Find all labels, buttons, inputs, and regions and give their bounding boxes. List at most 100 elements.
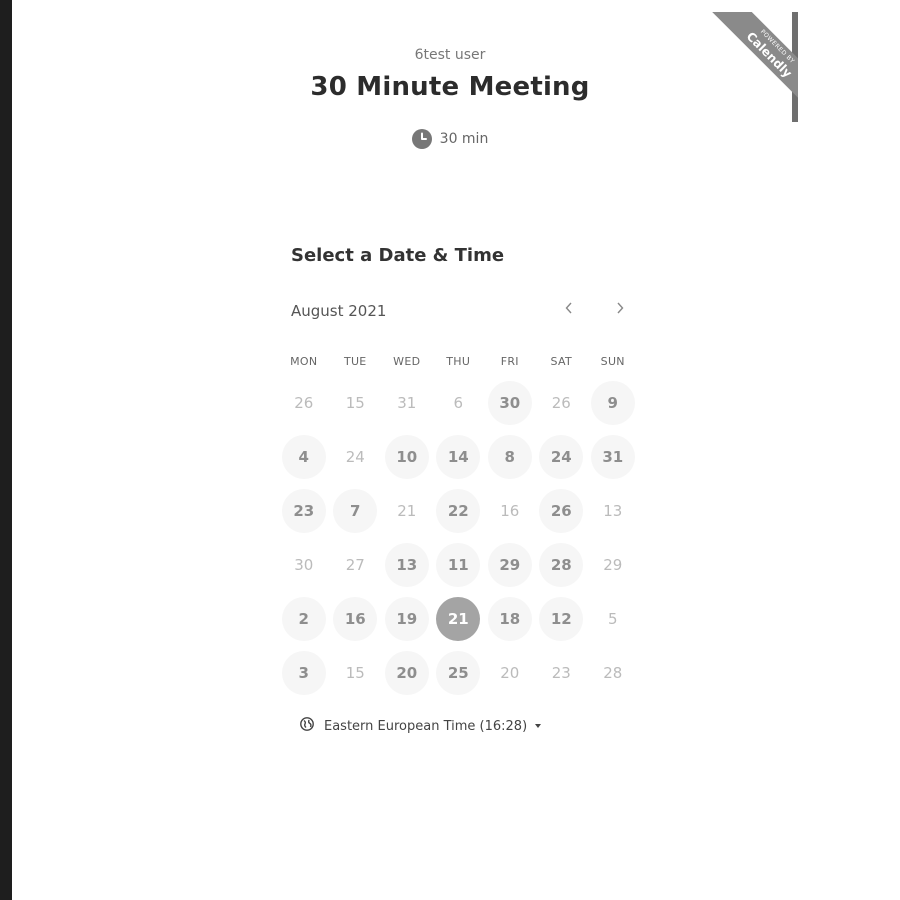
timezone-selector[interactable]: Eastern European Time (16:28) — [300, 717, 542, 735]
calendar-day-available[interactable]: 22 — [436, 489, 481, 533]
weekday-wed: WED — [393, 355, 421, 368]
calendar-day-available[interactable]: 8 — [487, 435, 532, 479]
calendar-cell: 9 — [587, 376, 639, 430]
calendar-cell: 26 — [278, 376, 330, 430]
calendar-day-available[interactable]: 29 — [487, 543, 532, 587]
calendar-cell: 24 — [536, 430, 588, 484]
next-month-button[interactable] — [609, 299, 631, 321]
calendar-day-unavailable: 15 — [345, 664, 365, 682]
calendar-cell: 29 — [587, 538, 639, 592]
calendar-day-available[interactable]: 26 — [539, 489, 584, 533]
calendar-cell: 26 — [536, 484, 588, 538]
calendar-day-available[interactable]: 25 — [436, 651, 481, 695]
calendar-cell: 20 — [381, 646, 433, 700]
calendar-cell: 13 — [381, 538, 433, 592]
calendar-cell: 12 — [536, 592, 588, 646]
calendar-cell: 15 — [330, 376, 382, 430]
calendar-cell: 30 — [484, 376, 536, 430]
calendar-day-unavailable: 5 — [607, 610, 618, 628]
calendar-day-unavailable: 26 — [551, 394, 571, 412]
calendar-day-unavailable: 26 — [294, 394, 314, 412]
calendar-day-selected[interactable]: 21 — [436, 597, 481, 641]
calendar-cell: 23 — [536, 646, 588, 700]
calendar-day-unavailable: 24 — [345, 448, 365, 466]
calendar-cell: 23 — [278, 484, 330, 538]
calendar-day-unavailable: 27 — [345, 556, 365, 574]
calendar-cell: 18 — [484, 592, 536, 646]
calendar-day-unavailable: 20 — [500, 664, 520, 682]
calendar-day-available[interactable]: 2 — [281, 597, 326, 641]
timezone-label: Eastern European Time (16:28) — [324, 718, 528, 734]
calendar-day-unavailable: 6 — [453, 394, 464, 412]
calendar-day-available[interactable]: 23 — [281, 489, 326, 533]
weekday-mon: MON — [290, 355, 318, 368]
event-duration: 30 min — [0, 129, 900, 149]
calendar-cell: 14 — [433, 430, 485, 484]
weekday-fri: FRI — [500, 355, 519, 368]
calendar-cell: 30 — [278, 538, 330, 592]
calendar-day-available[interactable]: 9 — [590, 381, 635, 425]
weekday-thu: THU — [446, 355, 471, 368]
calendar-cell: 2 — [278, 592, 330, 646]
calendar-day-available[interactable]: 20 — [384, 651, 429, 695]
calendar-day-available[interactable]: 30 — [487, 381, 532, 425]
calendar-cell: 28 — [587, 646, 639, 700]
duration-label: 30 min — [439, 131, 489, 147]
calendar-cell: 7 — [330, 484, 382, 538]
calendar-day-unavailable: 13 — [603, 502, 623, 520]
calendar-cell: 27 — [330, 538, 382, 592]
calendar-day-available[interactable]: 10 — [384, 435, 429, 479]
calendar-cell: 4 — [278, 430, 330, 484]
weekday-tue: TUE — [343, 355, 367, 368]
calendar-cell: 28 — [536, 538, 588, 592]
calendar-day-available[interactable]: 31 — [590, 435, 635, 479]
calendar-day-unavailable: 23 — [551, 664, 571, 682]
weekday-sun: SUN — [600, 355, 625, 368]
calendar-day-available[interactable]: 7 — [333, 489, 378, 533]
calendar-day-available[interactable]: 18 — [487, 597, 532, 641]
calendar-day-available[interactable]: 13 — [384, 543, 429, 587]
calendar-cell: 11 — [433, 538, 485, 592]
chevron-left-icon — [564, 299, 574, 320]
calendar-day-available[interactable]: 19 — [384, 597, 429, 641]
calendar-cell: 3 — [278, 646, 330, 700]
calendar-cell: 16 — [484, 484, 536, 538]
weekday-header: MON TUE WED THU FRI SAT SUN — [278, 355, 639, 368]
calendar-day-unavailable: 21 — [397, 502, 417, 520]
calendar-cell: 25 — [433, 646, 485, 700]
calendar-day-available[interactable]: 11 — [436, 543, 481, 587]
calendar-day-available[interactable]: 14 — [436, 435, 481, 479]
calendar-cell: 6 — [433, 376, 485, 430]
section-heading: Select a Date & Time — [291, 245, 505, 266]
calendar-cell: 29 — [484, 538, 536, 592]
caret-down-icon — [535, 724, 542, 728]
globe-icon — [300, 717, 314, 735]
calendar-week-row: 4 24 10 14 8 24 31 — [278, 430, 639, 484]
calendar-grid: 26 15 31 6 30 26 9 4 24 10 14 8 24 31 23 7 21 22 16 26 13 30 2… — [278, 376, 639, 700]
host-name: 6test user — [414, 47, 486, 63]
calendar-day-available[interactable]: 24 — [539, 435, 584, 479]
calendar-week-row: 2 16 19 21 18 12 5 — [278, 592, 639, 646]
calendar-day-available[interactable]: 4 — [281, 435, 326, 479]
prev-month-button[interactable] — [558, 299, 580, 321]
calendar-week-row: 3 15 20 25 20 23 28 — [278, 646, 639, 700]
calendar-cell: 16 — [330, 592, 382, 646]
calendar-day-unavailable: 15 — [345, 394, 365, 412]
month-label: August 2021 — [291, 302, 387, 320]
calendar-day-unavailable: 29 — [603, 556, 623, 574]
weekday-sat: SAT — [550, 355, 572, 368]
calendar-day-available[interactable]: 16 — [333, 597, 378, 641]
calendar-cell: 24 — [330, 430, 382, 484]
powered-by-ribbon[interactable]: POWERED BY Calendly — [694, 12, 798, 122]
calendar-cell: 20 — [484, 646, 536, 700]
calendar-day-available[interactable]: 12 — [539, 597, 584, 641]
calendar-day-available[interactable]: 3 — [281, 651, 326, 695]
calendar-cell: 31 — [587, 430, 639, 484]
calendar-day-unavailable: 31 — [397, 394, 417, 412]
calendar-week-row: 30 27 13 11 29 28 29 — [278, 538, 639, 592]
calendar-day-available[interactable]: 28 — [539, 543, 584, 587]
chevron-right-icon — [615, 299, 625, 320]
calendar-cell: 15 — [330, 646, 382, 700]
calendar-day-unavailable: 30 — [294, 556, 314, 574]
calendar-week-row: 26 15 31 6 30 26 9 — [278, 376, 639, 430]
